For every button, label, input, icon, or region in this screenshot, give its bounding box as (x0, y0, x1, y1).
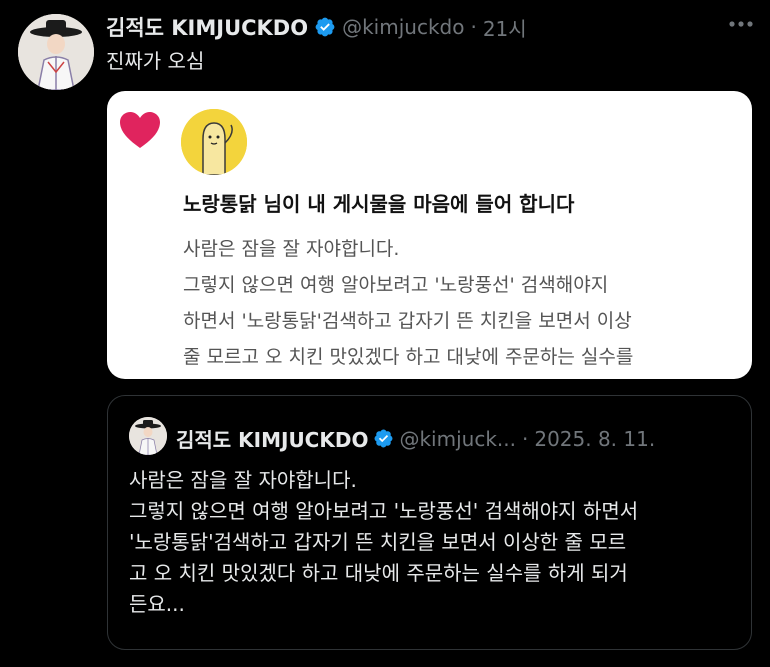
quoted-tweet-date[interactable]: 2025. 8. 11. (534, 427, 655, 451)
notifier-avatar (181, 109, 247, 175)
quoted-tweet[interactable]: 김적도 KIMJUCKDO @kimjuck... · 2025. 8. 11.… (107, 395, 752, 650)
separator-dot: · (521, 426, 529, 451)
tweet-header: 김적도 KIMJUCKDO @kimjuckdo · 21시 (106, 12, 527, 42)
avatar-illustration (18, 14, 94, 90)
notification-line: 하면서 '노랑통닭'검색하고 갑자기 뜬 치킨을 보면서 이상 (183, 310, 632, 332)
notification-line: 줄 모르고 오 치킨 맛있겠다 하고 대낮에 주문하는 실수를 (183, 346, 634, 368)
notification-line: 그렇지 않으면 여행 알아보려고 '노랑풍선' 검색해야지 (183, 274, 609, 296)
chicken-mascot-icon (181, 109, 247, 175)
quoted-tweet-header: 김적도 KIMJUCKDO @kimjuck... · 2025. 8. 11. (176, 424, 655, 453)
quoted-line: 든요... (129, 592, 185, 616)
more-dots-icon (729, 21, 753, 27)
author-avatar[interactable] (18, 14, 94, 90)
quoted-line: 고 오 치킨 맛있겠다 하고 대낮에 주문하는 실수를 하게 되거 (129, 561, 628, 585)
verified-badge-icon (375, 429, 393, 448)
notification-line: 사람은 잠을 잘 자야합니다. (183, 238, 400, 260)
quoted-line: '노랑통닭'검색하고 갑자기 뜬 치킨을 보면서 이상한 줄 모르 (129, 530, 627, 554)
author-handle[interactable]: @kimjuckdo (342, 15, 464, 39)
notification-title: 노랑통닭 님이 내 게시물을 마음에 들어 합니다 (183, 192, 575, 216)
tweet-text: 진짜가 오심 (106, 49, 205, 73)
more-options-button[interactable] (726, 16, 756, 32)
quoted-author-handle[interactable]: @kimjuck... (399, 427, 516, 451)
avatar-illustration (129, 417, 167, 455)
quoted-tweet-text: 사람은 잠을 잘 자야합니다. 그렇지 않으면 여행 알아보려고 '노랑풍선' … (129, 465, 734, 620)
tweet-time[interactable]: 21시 (483, 13, 527, 42)
verified-badge-icon (315, 17, 335, 37)
separator-dot: · (470, 15, 477, 39)
quoted-author-name[interactable]: 김적도 KIMJUCKDO (176, 424, 368, 453)
notification-body: 사람은 잠을 잘 자야합니다. 그렇지 않으면 여행 알아보려고 '노랑풍선' … (183, 231, 633, 375)
attached-image[interactable]: 노랑통닭 님이 내 게시물을 마음에 들어 합니다 사람은 잠을 잘 자야합니다… (107, 91, 752, 379)
quoted-author-avatar[interactable] (129, 417, 167, 455)
quoted-line: 사람은 잠을 잘 자야합니다. (129, 468, 357, 492)
author-name[interactable]: 김적도 KIMJUCKDO (106, 12, 308, 42)
quoted-line: 그렇지 않으면 여행 알아보려고 '노랑풍선' 검색해야지 하면서 (129, 499, 639, 523)
heart-icon (120, 112, 160, 148)
